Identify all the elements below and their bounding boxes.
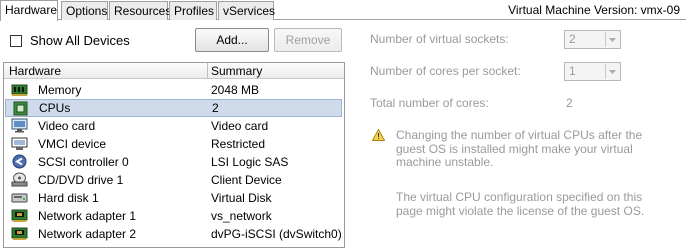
show-all-devices-toggle[interactable]: Show All Devices	[10, 33, 130, 48]
tab-profiles[interactable]: Profiles	[169, 1, 217, 20]
virtual-sockets-value: 2	[569, 32, 576, 46]
virtual-sockets-label: Number of virtual sockets:	[370, 32, 509, 46]
table-row-video-card[interactable]: Video card Video card	[4, 117, 344, 135]
cpu-icon	[13, 101, 28, 116]
show-all-devices-label: Show All Devices	[30, 33, 130, 48]
tab-hardware[interactable]: Hardware	[0, 0, 58, 21]
cores-per-socket-label: Number of cores per socket:	[370, 64, 521, 78]
row-summary: LSI Logic SAS	[211, 155, 289, 169]
table-row-cd-dvd-drive[interactable]: CD/DVD drive 1 Client Device	[4, 171, 344, 189]
row-name: VMCI device	[38, 137, 107, 151]
table-row-cpus[interactable]: CPUs 2	[5, 99, 342, 117]
remove-device-button[interactable]: Remove	[274, 28, 342, 52]
virtual-sockets-select[interactable]: 2	[564, 30, 621, 49]
column-header-hardware[interactable]: Hardware	[9, 64, 61, 78]
network-adapter-icon	[11, 209, 28, 222]
memory-icon	[11, 84, 28, 96]
table-row-memory[interactable]: Memory 2048 MB	[4, 81, 344, 99]
warning-icon	[372, 129, 385, 141]
row-summary: 2	[212, 101, 219, 115]
table-row-vmci-device[interactable]: VMCI device Restricted	[4, 135, 344, 153]
row-name: Hard disk 1	[38, 191, 99, 205]
row-summary: Virtual Disk	[211, 191, 272, 205]
cores-per-socket-select[interactable]: 1	[564, 62, 621, 81]
hardware-table-header: Hardware Summary	[4, 63, 344, 79]
network-adapter-icon	[11, 227, 28, 240]
chevron-down-icon[interactable]	[605, 64, 619, 79]
row-summary: dvPG-iSCSI (dvSwitch0),...	[211, 227, 343, 241]
row-name: SCSI controller 0	[38, 155, 129, 169]
table-row-network-adapter-2[interactable]: Network adapter 2 dvPG-iSCSI (dvSwitch0)…	[4, 225, 344, 243]
hard-disk-icon	[11, 193, 28, 203]
show-all-devices-checkbox[interactable]	[10, 34, 22, 47]
cpu-change-warning-text: Changing the number of virtual CPUs afte…	[396, 128, 643, 169]
vm-version-label: Virtual Machine Version: vmx-09	[508, 3, 680, 17]
cd-dvd-drive-icon	[11, 172, 28, 187]
table-row-scsi-controller[interactable]: SCSI controller 0 LSI Logic SAS	[4, 153, 344, 171]
cores-per-socket-value: 1	[569, 64, 576, 78]
row-name: Video card	[38, 119, 96, 133]
row-summary: Restricted	[211, 137, 266, 151]
vmci-device-icon	[11, 137, 28, 150]
hardware-table: Hardware Summary Memory 2048 MB CPUs 2 V…	[3, 62, 345, 248]
column-header-summary[interactable]: Summary	[211, 64, 262, 78]
license-notice-text: The virtual CPU configuration specified …	[396, 190, 645, 218]
total-cores-label: Total number of cores:	[370, 96, 489, 110]
tab-resources[interactable]: Resources	[109, 1, 171, 20]
row-summary: vs_network	[211, 209, 272, 223]
table-row-hard-disk[interactable]: Hard disk 1 Virtual Disk	[4, 189, 344, 207]
row-name: CD/DVD drive 1	[38, 173, 124, 187]
row-summary: Video card	[211, 119, 269, 133]
row-name: Network adapter 1	[38, 209, 137, 223]
row-name: CPUs	[39, 101, 71, 115]
table-row-network-adapter-1[interactable]: Network adapter 1 vs_network	[4, 207, 344, 225]
row-summary: 2048 MB	[211, 83, 260, 97]
column-divider[interactable]	[207, 63, 208, 79]
total-cores-value: 2	[566, 96, 573, 110]
row-summary: Client Device	[211, 173, 282, 187]
add-device-button[interactable]: Add...	[195, 28, 269, 52]
row-name: Memory	[38, 83, 82, 97]
scsi-controller-icon	[12, 154, 27, 169]
tab-vservices[interactable]: vServices	[218, 1, 275, 20]
chevron-down-icon[interactable]	[605, 32, 619, 47]
row-name: Network adapter 2	[38, 227, 137, 241]
video-card-icon	[11, 118, 28, 133]
tab-options[interactable]: Options	[61, 1, 108, 20]
